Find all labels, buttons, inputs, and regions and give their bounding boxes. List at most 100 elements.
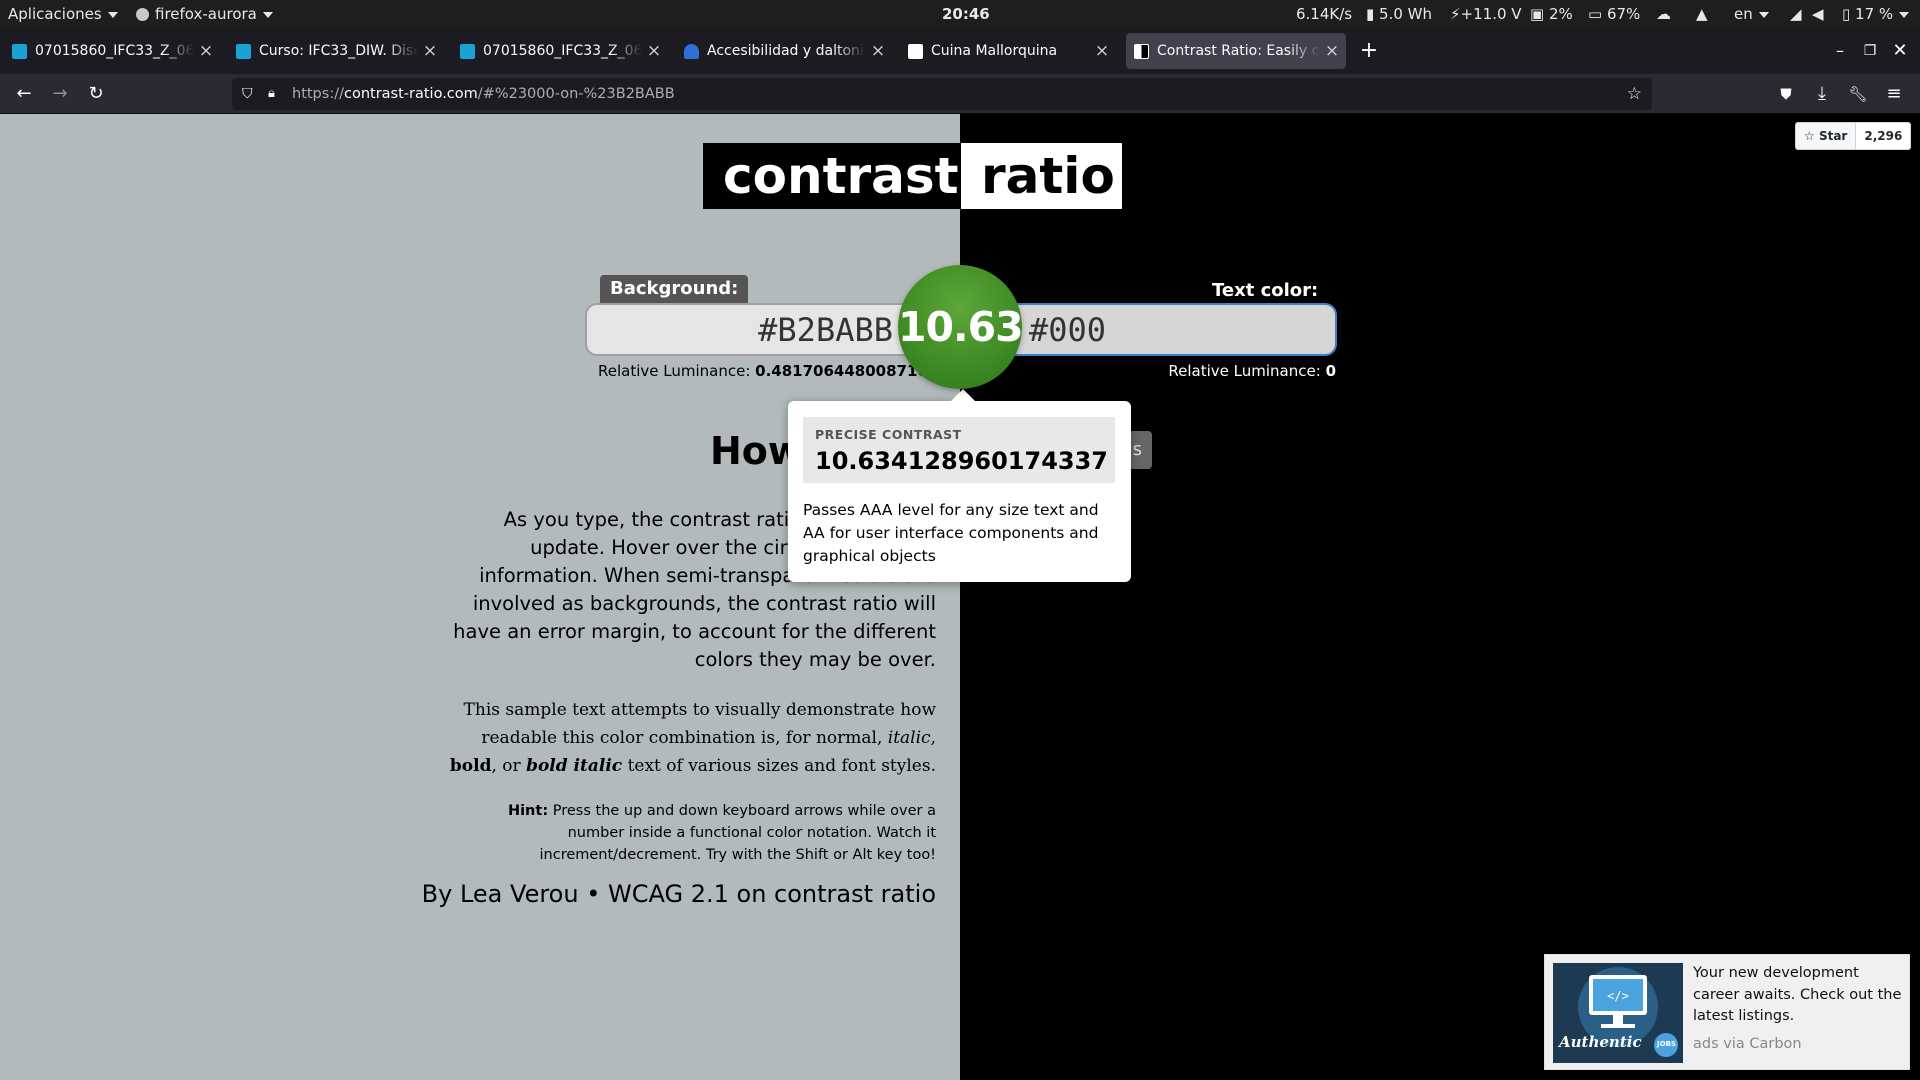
minimize-icon[interactable]: –	[1825, 28, 1855, 74]
keyboard-layout[interactable]: en	[1734, 0, 1769, 28]
active-app-menu[interactable]: firefox-aurora	[136, 0, 273, 28]
background-luminance: Relative Luminance: 0.4817064480087163	[598, 362, 938, 380]
url-bar[interactable]: ⛉ 🔒︎ https://contrast-ratio.com/#%23000-…	[232, 78, 1652, 110]
battery-icon: ▯	[1842, 5, 1856, 23]
github-star-count[interactable]: 2,296	[1856, 122, 1912, 150]
tab-label: Accesibilidad y daltonismo	[707, 43, 866, 59]
cpu-value: 2%	[1548, 5, 1573, 23]
moodle-favicon-icon	[12, 44, 27, 59]
text-color-preview	[960, 114, 1920, 1080]
background-label: Background:	[600, 275, 749, 303]
wrench-icon[interactable]: 🔧︎	[1842, 78, 1874, 110]
tab-label: 07015860_IFC33_Z_0615	[483, 43, 642, 59]
sample-italic: italic	[887, 728, 931, 748]
new-tab-icon[interactable]: +	[1354, 28, 1384, 74]
weather-icon[interactable]: ☁	[1656, 0, 1671, 28]
ad-text[interactable]: Your new development career awaits. Chec…	[1693, 963, 1903, 1028]
logo-word-ratio: ratio	[961, 143, 1122, 209]
network-speed: 6.14K/s	[1296, 5, 1353, 23]
hint-text: Hint: Press the up and down keyboard arr…	[500, 800, 936, 866]
tab-campus-1[interactable]: 07015860_IFC33_Z_0615 ×	[4, 33, 220, 69]
voltage: ⚡+11.0 V	[1450, 0, 1522, 28]
contrast-favicon-icon	[1134, 44, 1149, 59]
ad-attribution[interactable]: ads via Carbon	[1693, 1036, 1802, 1052]
sample-text: This sample text attempts to visually de…	[449, 700, 936, 776]
sample-or: , or	[491, 756, 521, 776]
hint-label: Hint:	[507, 803, 549, 819]
text-luminance: Relative Luminance: 0	[1168, 362, 1336, 380]
close-window-icon[interactable]: ✕	[1885, 28, 1915, 74]
memory-icon: ▭	[1588, 5, 1607, 23]
contrast-tooltip: PRECISE CONTRAST 10.634128960174337 Pass…	[788, 389, 1131, 582]
downloads-icon[interactable]: ⤓	[1806, 78, 1838, 110]
cpu-usage: ▣ 2%	[1530, 0, 1573, 28]
atlassian-favicon-icon	[684, 44, 699, 59]
svg-text:</>: </>	[1607, 989, 1629, 1003]
applications-menu[interactable]: Aplicaciones	[8, 0, 118, 28]
site-logo: contrast ratio	[703, 143, 1122, 209]
tab-strip: 07015860_IFC33_Z_0615 × Curso: IFC33_DIW…	[0, 28, 1920, 74]
voltage-value: +11.0 V	[1460, 5, 1522, 23]
url-scheme: https://	[292, 86, 344, 102]
chevron-down-icon	[1899, 11, 1910, 18]
system-top-bar: Aplicaciones firefox-aurora 20:46 6.14K/…	[0, 0, 1920, 28]
chevron-down-icon	[107, 11, 118, 18]
lock-icon[interactable]: 🔒︎	[268, 78, 275, 110]
clock[interactable]: 20:46	[942, 0, 990, 28]
luminance-label: Relative Luminance:	[598, 362, 751, 380]
forward-icon[interactable]: →	[44, 78, 76, 110]
tab-campus-2[interactable]: 07015860_IFC33_Z_0615 ×	[452, 33, 668, 69]
logo-word-contrast: contrast	[703, 143, 961, 209]
github-star-button[interactable]: ☆ Star	[1795, 122, 1857, 150]
ad-logo-text: Authentic	[1559, 1033, 1642, 1051]
hint-body: Press the up and down keyboard arrows wh…	[539, 803, 937, 863]
battery-icon: ▮	[1366, 5, 1380, 23]
close-tab-icon[interactable]: ×	[422, 33, 438, 69]
restore-icon[interactable]: ❐	[1855, 28, 1885, 74]
author-link[interactable]: By Lea Verou	[422, 880, 579, 908]
wcag-link[interactable]: WCAG 2.1 on contrast ratio	[608, 880, 936, 908]
github-star-widget[interactable]: ☆ Star 2,296	[1795, 122, 1912, 150]
firefox-icon	[136, 8, 149, 21]
tab-curso-diw[interactable]: Curso: IFC33_DIW. Diseño ×	[228, 33, 444, 69]
back-icon[interactable]: ←	[8, 78, 40, 110]
ad-image[interactable]: </> Authentic JOBS	[1553, 963, 1683, 1063]
tab-label: Curso: IFC33_DIW. Diseño	[259, 43, 418, 59]
precise-contrast-box: PRECISE CONTRAST 10.634128960174337	[803, 417, 1115, 483]
precise-contrast-value: 10.634128960174337	[815, 447, 1109, 475]
close-tab-icon[interactable]: ×	[646, 33, 662, 69]
contrast-ratio-circle[interactable]: 10.63	[898, 265, 1024, 389]
ad-badge: JOBS	[1657, 1040, 1676, 1048]
notification-icon[interactable]: ▲	[1696, 0, 1708, 28]
carbon-ad[interactable]: </> Authentic JOBS Your new development …	[1544, 954, 1910, 1070]
star-icon: ☆	[1804, 129, 1819, 143]
bookmark-star-icon[interactable]: ☆	[1627, 78, 1642, 110]
battery-status[interactable]: ▯ 17 %	[1842, 0, 1910, 28]
shield-icon[interactable]: ⛉	[242, 78, 253, 110]
sample-bold: bold	[449, 756, 492, 776]
sample-bold-italic: bold italic	[526, 756, 623, 776]
precise-contrast-label: PRECISE CONTRAST	[815, 427, 962, 442]
wifi-icon[interactable]: ◢	[1790, 0, 1802, 28]
sample-lead: This sample text attempts to visually de…	[463, 700, 936, 748]
volume-icon[interactable]: ◀	[1812, 0, 1824, 28]
tab-accesibilidad[interactable]: Accesibilidad y daltonismo ×	[676, 33, 892, 69]
hamburger-menu-icon[interactable]: ≡	[1878, 78, 1910, 110]
url-path: /#%23000-on-%23B2BABB	[477, 86, 675, 102]
reload-icon[interactable]: ↻	[80, 78, 112, 110]
memory-usage: ▭ 67%	[1588, 0, 1640, 28]
luminance-value: 0	[1325, 362, 1336, 380]
chevron-down-icon	[1758, 11, 1769, 18]
navigation-toolbar: ← → ↻ ⛉ 🔒︎ https://contrast-ratio.com/#%…	[0, 74, 1920, 114]
close-tab-icon[interactable]: ×	[198, 33, 214, 69]
url-host: contrast-ratio.com	[343, 86, 478, 102]
pocket-icon[interactable]: ⛊	[1770, 78, 1802, 110]
close-tab-icon[interactable]: ×	[1324, 33, 1340, 69]
chevron-down-icon	[262, 11, 273, 18]
close-tab-icon[interactable]: ×	[870, 33, 886, 69]
close-tab-icon[interactable]: ×	[1094, 33, 1110, 69]
tab-contrast-ratio[interactable]: Contrast Ratio: Easily calculate ×	[1126, 33, 1346, 69]
web-page: ☆ Star 2,296 contrast ratio Background: …	[0, 114, 1920, 1080]
url-text[interactable]: https://contrast-ratio.com/#%23000-on-%2…	[292, 78, 675, 110]
tab-cuina-mallorquina[interactable]: Cuina Mallorquina ×	[900, 33, 1116, 69]
